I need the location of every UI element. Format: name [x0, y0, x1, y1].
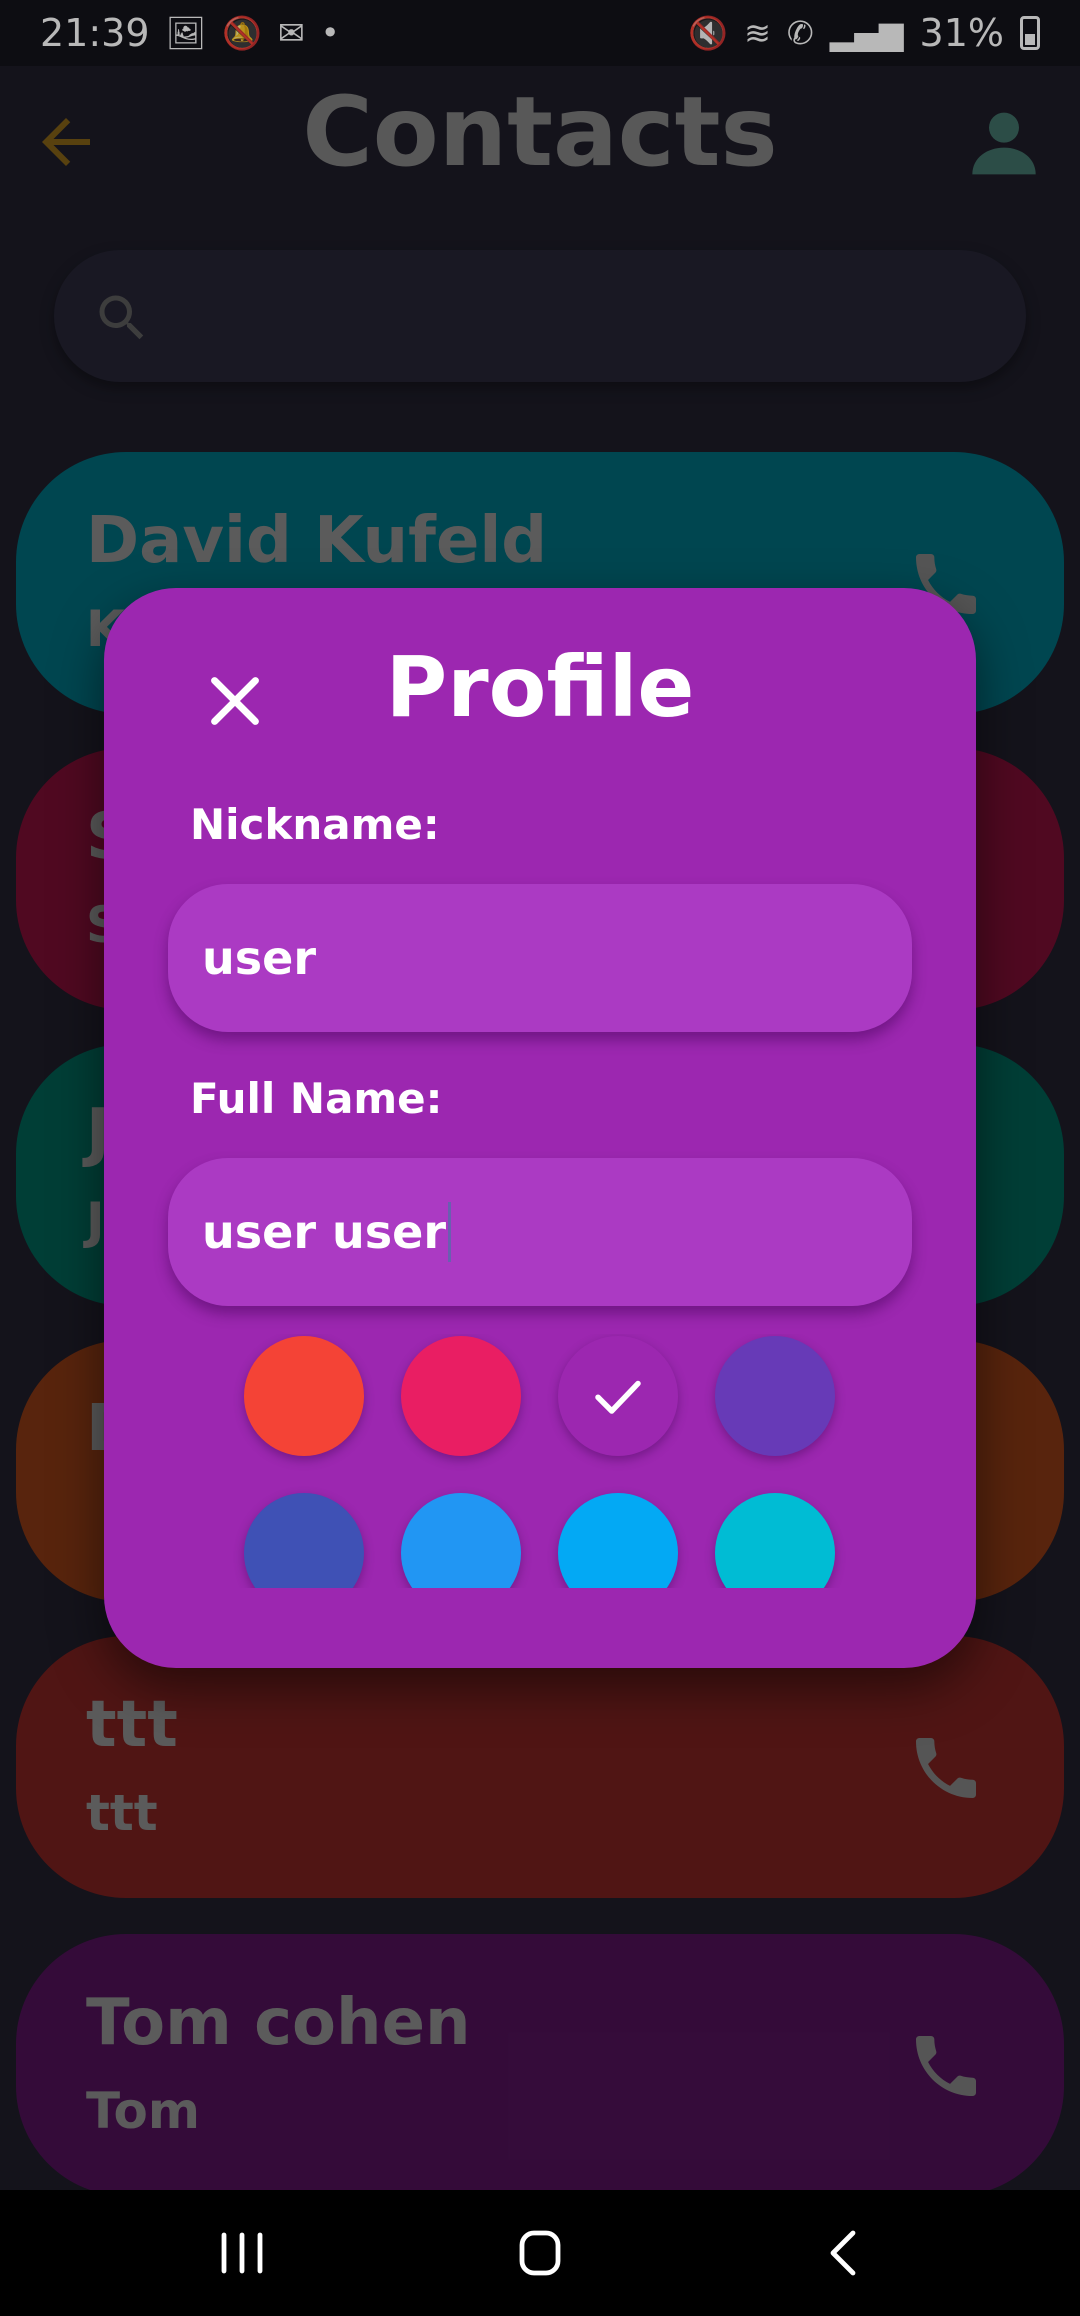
check-icon [595, 1380, 641, 1414]
nickname-label: Nickname: [190, 800, 440, 849]
dialog-title: Profile [385, 638, 695, 736]
screen: 21:39 🖼 🔕 ✉ • 🔇 ≋ ✆ ▂▄▆ 31% Contacts Dav… [0, 0, 1080, 2316]
text-cursor [448, 1202, 452, 1262]
recent-apps-icon[interactable] [212, 2228, 272, 2278]
color-swatch[interactable] [244, 1336, 364, 1456]
color-swatch[interactable] [401, 1336, 521, 1456]
fullname-label: Full Name: [190, 1074, 443, 1123]
fullname-value: user user [202, 1205, 447, 1259]
color-swatch[interactable] [244, 1493, 364, 1588]
nickname-value: user [202, 931, 317, 985]
color-swatch[interactable] [715, 1336, 835, 1456]
color-swatch-selected[interactable] [558, 1336, 678, 1456]
fullname-field[interactable]: user user [168, 1158, 912, 1306]
color-swatch[interactable] [558, 1493, 678, 1588]
color-picker [104, 1334, 976, 1588]
home-icon[interactable] [510, 2228, 570, 2278]
profile-dialog: Profile Nickname: user Full Name: user u… [104, 588, 976, 1668]
color-swatch[interactable] [715, 1493, 835, 1588]
system-nav-bar [0, 2190, 1080, 2316]
nickname-field[interactable]: user [168, 884, 912, 1032]
color-swatch[interactable] [401, 1493, 521, 1588]
back-icon[interactable] [815, 2228, 875, 2278]
